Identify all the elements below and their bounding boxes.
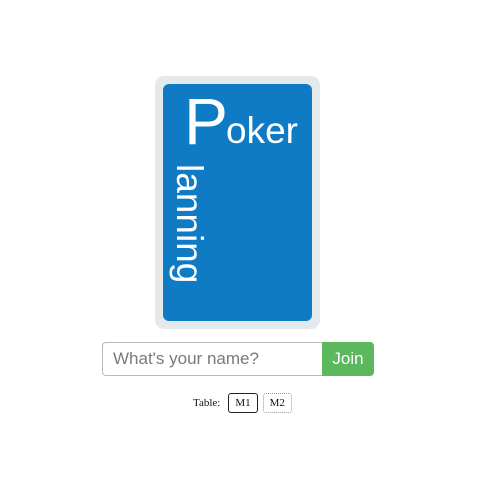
logo-card-face: P oker lanning [163, 84, 312, 321]
table-option-m2[interactable]: M2 [262, 393, 292, 413]
table-label: Table: [193, 397, 221, 409]
table-selector: Table: M1 M2 [193, 393, 297, 413]
table-option-m1[interactable]: M1 [228, 393, 258, 413]
logo-letter-p: P [184, 84, 229, 158]
logo-word-lanning: lanning [169, 164, 210, 284]
join-form: Join [102, 342, 374, 376]
join-button[interactable]: Join [322, 342, 374, 376]
poker-planning-logo: P oker lanning [155, 76, 320, 329]
logo-word-oker: oker [226, 110, 298, 151]
name-input[interactable] [102, 342, 322, 376]
